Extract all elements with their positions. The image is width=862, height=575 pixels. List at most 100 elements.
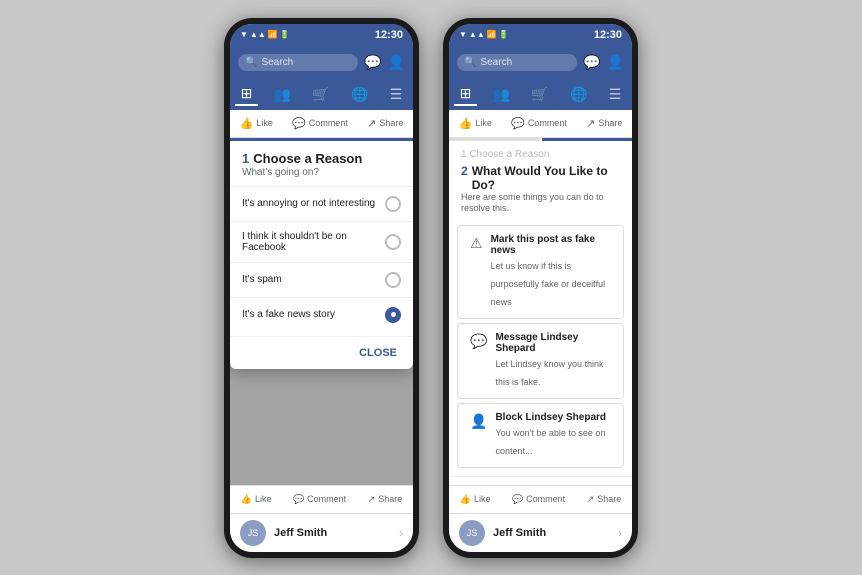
search-bar-1[interactable]: 🔍 Search <box>238 54 358 71</box>
nav-home-1[interactable]: ⊞ <box>235 83 259 106</box>
nav-home-2[interactable]: ⊞ <box>454 83 478 106</box>
like-btn-2[interactable]: 👍 Like <box>459 117 492 130</box>
phone-1-screen: ▼ ▲▲ 📶 🔋 12:30 🔍 Search 💬 👤 ⊞ 👥 🛒 🌐 ☰ <box>230 24 413 552</box>
action-block-title: Block Lindsey Shepard <box>495 412 611 423</box>
search-placeholder-2: Search <box>480 57 512 68</box>
block-icon: 👤 <box>470 413 487 430</box>
bottom-comment-label-2: Comment <box>526 494 565 504</box>
feed-area-1: 1 Choose a Reason What's going on? It's … <box>230 138 413 485</box>
option-row-2[interactable]: It's spam <box>230 262 413 297</box>
friends-icon-2[interactable]: 👤 <box>607 54 624 71</box>
like-icon-1: 👍 <box>240 117 254 130</box>
friends-icon-1[interactable]: 👤 <box>388 54 405 71</box>
chevron-right-2: › <box>618 526 622 540</box>
bottom-comment-icon-2: 💬 <box>512 494 523 505</box>
share-btn-2[interactable]: ↗ Share <box>586 117 622 130</box>
nav-menu-2[interactable]: ☰ <box>603 84 628 105</box>
action-fake-news[interactable]: ⚠ Mark this post as fake news Let us kno… <box>457 225 624 319</box>
nav-marketplace-2[interactable]: 🛒 <box>525 84 554 105</box>
bottom-comment-label-1: Comment <box>307 494 346 504</box>
action-message-desc: Let Lindsey know you think this is fake. <box>495 359 603 387</box>
search-icon-1: 🔍 <box>245 57 257 68</box>
progress-bar-done-2 <box>449 138 540 141</box>
share-btn-1[interactable]: ↗ Share <box>367 117 403 130</box>
icon-nav-2: ⊞ 👥 🛒 🌐 ☰ <box>449 80 632 110</box>
avatar-1: JS <box>240 520 266 546</box>
feed-area-2: 1 Choose a Reason 2 What Would You Like … <box>449 138 632 485</box>
share-label-2: Share <box>598 118 622 128</box>
bottom-like-1[interactable]: 👍 Like <box>241 494 272 505</box>
icon-nav-1: ⊞ 👥 🛒 🌐 ☰ <box>230 80 413 110</box>
action-bar-2: 👍 Like 💬 Comment ↗ Share <box>449 110 632 138</box>
bottom-share-2[interactable]: ↗ Share <box>587 494 622 505</box>
chevron-right-1: › <box>399 526 403 540</box>
option-row-3[interactable]: It's a fake news story <box>230 297 413 332</box>
nav-globe-1[interactable]: 🌐 <box>345 84 374 105</box>
phone-2-screen: ▼ ▲▲ 📶 🔋 12:30 🔍 Search 💬 👤 ⊞ 👥 🛒 🌐 ☰ <box>449 24 632 552</box>
modal-1: 1 Choose a Reason What's going on? It's … <box>230 138 413 369</box>
bottom-comment-1[interactable]: 💬 Comment <box>293 494 346 505</box>
step-number-1: 1 Choose a Reason <box>242 151 401 166</box>
radio-1[interactable] <box>385 234 401 250</box>
messenger-icon-1[interactable]: 💬 <box>364 54 381 71</box>
comment-btn-2[interactable]: 💬 Comment <box>511 117 567 130</box>
modal-2: 1 Choose a Reason 2 What Would You Like … <box>449 138 632 485</box>
close-button-1[interactable]: CLOSE <box>355 345 401 361</box>
feed-user-row-1: JS Jeff Smith › <box>230 513 413 552</box>
option-text-3: It's a fake news story <box>242 309 335 320</box>
step-subtitle-1: What's going on? <box>242 167 401 178</box>
bottom-like-2[interactable]: 👍 Like <box>460 494 491 505</box>
bottom-like-icon-1: 👍 <box>241 494 252 505</box>
bottom-share-icon-1: ↗ <box>368 494 376 505</box>
option-text-0: It's annoying or not interesting <box>242 198 375 209</box>
comment-icon-2: 💬 <box>511 117 525 130</box>
options-list-1: It's annoying or not interesting I think… <box>230 182 413 336</box>
nav-globe-2[interactable]: 🌐 <box>564 84 593 105</box>
bottom-like-icon-2: 👍 <box>460 494 471 505</box>
status-signal-2: ▼ ▲▲ 📶 🔋 <box>459 30 509 39</box>
modal-overlay-2: 1 Choose a Reason 2 What Would You Like … <box>449 138 632 485</box>
user-name-2: Jeff Smith <box>493 527 546 539</box>
step2-title: What Would You Like to Do? <box>472 164 620 192</box>
option-text-1: I think it shouldn't be on Facebook <box>242 231 385 253</box>
option-row-0[interactable]: It's annoying or not interesting <box>230 186 413 221</box>
option-row-1[interactable]: I think it shouldn't be on Facebook <box>230 221 413 262</box>
nav-menu-1[interactable]: ☰ <box>384 84 409 105</box>
bottom-comment-2[interactable]: 💬 Comment <box>512 494 565 505</box>
avatar-initials-1: JS <box>248 528 259 538</box>
share-icon-2: ↗ <box>586 117 595 130</box>
nav-friends-1[interactable]: 👥 <box>268 84 297 105</box>
nav-friends-2[interactable]: 👥 <box>487 84 516 105</box>
comment-btn-1[interactable]: 💬 Comment <box>292 117 348 130</box>
option-text-2: It's spam <box>242 274 282 285</box>
messenger-icon-2[interactable]: 💬 <box>583 54 600 71</box>
like-btn-1[interactable]: 👍 Like <box>240 117 273 130</box>
radio-2[interactable] <box>385 272 401 288</box>
radio-3[interactable] <box>385 307 401 323</box>
top-nav-1: 🔍 Search 💬 👤 <box>230 46 413 80</box>
action-message[interactable]: 💬 Message Lindsey Shepard Let Lindsey kn… <box>457 323 624 399</box>
action-message-title: Message Lindsey Shepard <box>495 332 611 354</box>
action-block[interactable]: 👤 Block Lindsey Shepard You won't be abl… <box>457 403 624 468</box>
bottom-bar-2: 👍 Like 💬 Comment ↗ Share <box>449 485 632 513</box>
status-bar-2: ▼ ▲▲ 📶 🔋 12:30 <box>449 24 632 46</box>
status-bar-1: ▼ ▲▲ 📶 🔋 12:30 <box>230 24 413 46</box>
nav-marketplace-1[interactable]: 🛒 <box>306 84 335 105</box>
warning-icon: ⚠ <box>470 235 483 252</box>
share-icon-1: ↗ <box>367 117 376 130</box>
radio-0[interactable] <box>385 196 401 212</box>
avatar-2: JS <box>459 520 485 546</box>
bottom-bar-1: 👍 Like 💬 Comment ↗ Share <box>230 485 413 513</box>
action-options-2: ⚠ Mark this post as fake news Let us kno… <box>449 217 632 476</box>
status-time-2: 12:30 <box>594 29 622 41</box>
top-nav-2: 🔍 Search 💬 👤 <box>449 46 632 80</box>
search-bar-2[interactable]: 🔍 Search <box>457 54 577 71</box>
search-placeholder-1: Search <box>261 57 293 68</box>
bottom-share-1[interactable]: ↗ Share <box>368 494 403 505</box>
comment-icon-1: 💬 <box>292 117 306 130</box>
bottom-share-label-2: Share <box>597 494 621 504</box>
bottom-share-label-1: Share <box>378 494 402 504</box>
search-icon-2: 🔍 <box>464 57 476 68</box>
action-block-desc: You won't be able to see on content... <box>495 428 605 456</box>
feed-user-row-2: JS Jeff Smith › <box>449 513 632 552</box>
